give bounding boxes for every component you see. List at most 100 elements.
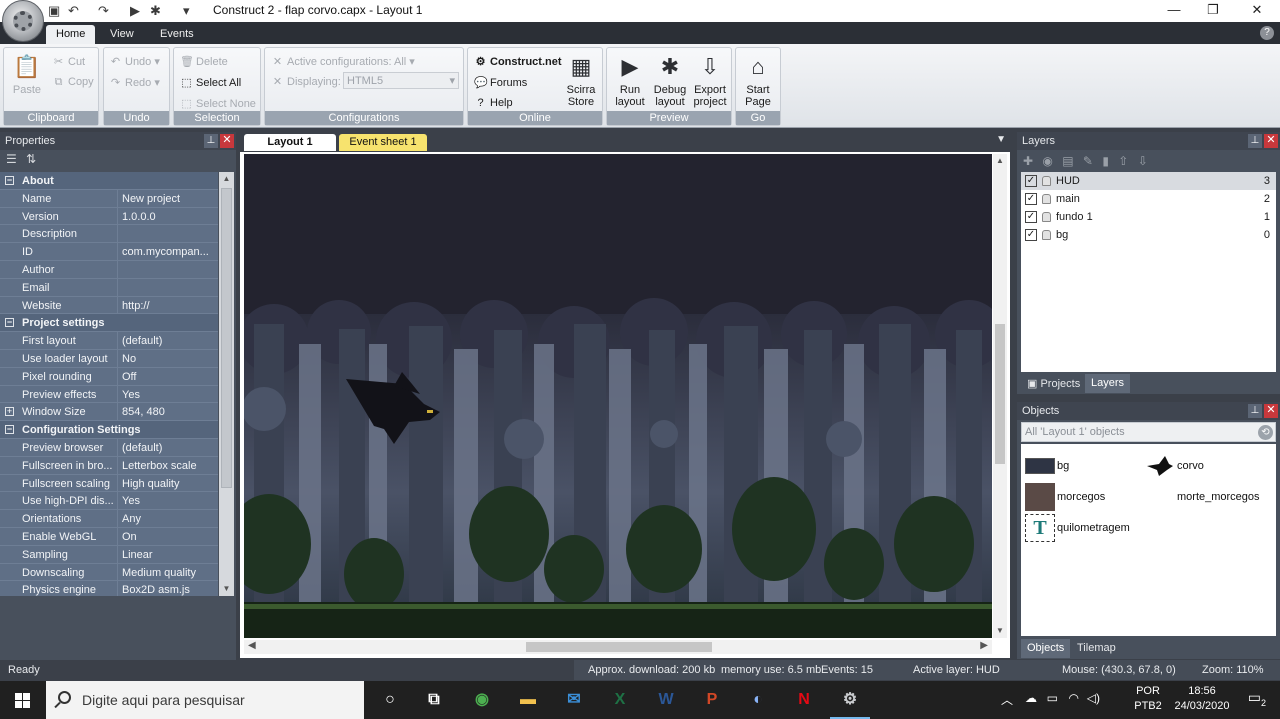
close-icon[interactable]: ✕ (1264, 404, 1278, 418)
copy-button[interactable]: ⧉ Copy (52, 76, 94, 89)
delete-layer-icon[interactable]: ▮ (1102, 154, 1109, 168)
layer-visible-checkbox[interactable]: ✓ (1025, 211, 1037, 223)
forums-link[interactable]: 💬 Forums (474, 76, 527, 89)
word-icon[interactable]: W (652, 686, 680, 714)
property-row[interactable]: Fullscreen in bro... Letterbox scale (0, 456, 218, 475)
property-row[interactable]: Version 1.0.0.0 (0, 207, 218, 226)
property-category[interactable]: − Configuration Settings (0, 421, 218, 439)
property-row[interactable]: Author (0, 260, 218, 279)
move-down-icon[interactable]: ⇩ (1138, 154, 1148, 168)
move-up-icon[interactable]: ⇧ (1118, 154, 1128, 168)
construct-2-taskbar-icon[interactable]: ⚙ (830, 686, 870, 719)
lock-icon[interactable] (1042, 212, 1051, 222)
scroll-down-icon[interactable]: ▼ (993, 624, 1007, 638)
tab-events[interactable]: Events (150, 25, 204, 44)
property-row[interactable]: Fullscreen scaling High quality (0, 474, 218, 493)
pin-icon[interactable]: ⊥ (204, 134, 218, 148)
tab-view[interactable]: View (100, 25, 144, 44)
eye-icon[interactable]: ◉ (1042, 154, 1052, 168)
lock-icon[interactable] (1042, 230, 1051, 240)
tab-layout-1[interactable]: Layout 1 (244, 134, 336, 151)
property-row[interactable]: Description (0, 225, 218, 244)
object-morte-morcegos[interactable]: morte_morcegos (1145, 483, 1275, 511)
properties-scrollbar[interactable]: ▲ ▼ (219, 172, 234, 596)
property-row[interactable]: Use loader layout No (0, 349, 218, 368)
delete-button[interactable]: 🗑 Delete (180, 55, 228, 68)
tab-layers[interactable]: Layers (1085, 374, 1131, 393)
network-icon[interactable]: ▭ (1047, 691, 1058, 705)
property-value[interactable]: com.mycompan... (122, 246, 216, 258)
close-icon[interactable]: ✕ (220, 134, 234, 148)
cut-button[interactable]: ✂ Cut (52, 55, 85, 68)
object-morcegos[interactable]: morcegos (1025, 483, 1135, 511)
paste-button[interactable]: 📋 Paste (8, 52, 46, 96)
property-value[interactable]: 854, 480 (122, 406, 216, 418)
property-value[interactable]: High quality (122, 478, 216, 490)
property-value[interactable]: http:// (122, 300, 216, 312)
construct-net-link[interactable]: ⚙ Construct.net (474, 55, 562, 68)
categorized-icon[interactable]: ☰ (6, 152, 17, 166)
object-quilometragem[interactable]: T quilometragem (1025, 514, 1165, 542)
add-layer-icon[interactable]: ✚ (1023, 154, 1033, 168)
canvas-horizontal-scrollbar[interactable]: ◀ ▶ (244, 640, 992, 654)
property-row[interactable]: Sampling Linear (0, 545, 218, 564)
property-row[interactable]: Downscaling Medium quality (0, 563, 218, 582)
property-row[interactable]: Email (0, 278, 218, 297)
redo-button[interactable]: ↷ Redo ▾ (109, 76, 160, 89)
property-value[interactable]: Yes (122, 495, 216, 507)
undo-button[interactable]: ↶ Undo ▾ (109, 55, 160, 68)
collapse-icon[interactable]: − (5, 176, 14, 185)
property-row[interactable]: + Window Size 854, 480 (0, 403, 218, 422)
scroll-left-icon[interactable]: ◀ (248, 640, 256, 651)
customize-qat-icon[interactable]: ▾ (183, 3, 190, 19)
sort-alpha-icon[interactable]: ⇅ (26, 152, 36, 166)
object-bg[interactable]: bg (1025, 452, 1135, 480)
layer-visible-checkbox[interactable]: ✓ (1025, 229, 1037, 241)
pin-icon[interactable]: ⊥ (1248, 134, 1262, 148)
property-category[interactable]: − About (0, 172, 218, 190)
objects-filter-input[interactable]: All 'Layout 1' objects ⟲ (1021, 422, 1276, 442)
active-configurations-dropdown[interactable]: ✕ Active configurations: All ▾ (271, 55, 415, 68)
task-view-icon[interactable]: ⧉ (420, 686, 448, 714)
help-icon[interactable]: ? (1260, 26, 1274, 40)
expand-icon[interactable]: + (5, 407, 14, 417)
scroll-thumb[interactable] (995, 324, 1005, 464)
tab-objects[interactable]: Objects (1021, 639, 1071, 658)
scroll-up-icon[interactable]: ▲ (219, 172, 234, 186)
layer-row[interactable]: ✓ HUD 3 (1021, 172, 1276, 190)
cortana-icon[interactable]: ○ (376, 686, 404, 714)
property-value[interactable]: No (122, 353, 216, 365)
property-value[interactable]: Linear (122, 549, 216, 561)
file-explorer-icon[interactable]: ▬ (514, 686, 542, 714)
tab-tilemap[interactable]: Tilemap (1071, 639, 1122, 658)
property-value[interactable]: Medium quality (122, 567, 216, 579)
close-icon[interactable]: ✕ (1264, 134, 1278, 148)
redo-icon[interactable]: ↷ (98, 3, 109, 19)
layer-row[interactable]: ✓ main 2 (1021, 190, 1276, 208)
start-page-button[interactable]: ⌂ Start Page (739, 52, 777, 108)
save-icon[interactable]: ▣ (48, 3, 60, 19)
lock-icon[interactable] (1042, 176, 1051, 186)
property-row[interactable]: Preview effects Yes (0, 385, 218, 404)
netflix-icon[interactable]: N (790, 686, 818, 714)
layer-row[interactable]: ✓ fundo 1 1 (1021, 208, 1276, 226)
powerpoint-icon[interactable]: P (698, 686, 726, 714)
layout-canvas[interactable] (244, 154, 992, 638)
scroll-thumb[interactable] (526, 642, 712, 652)
notifications-icon[interactable]: ▭2 (1248, 689, 1266, 708)
select-none-button[interactable]: ⬚ Select None (180, 97, 256, 110)
canvas-vertical-scrollbar[interactable]: ▲ ▼ (993, 154, 1007, 638)
mail-icon[interactable]: ✉ (560, 686, 588, 714)
tab-event-sheet-1[interactable]: Event sheet 1 (339, 134, 427, 151)
export-project-button[interactable]: ⇩ Export project (691, 52, 729, 108)
property-value[interactable]: Off (122, 371, 216, 383)
edit-icon[interactable]: ✎ (1083, 154, 1093, 168)
property-row[interactable]: Pixel rounding Off (0, 367, 218, 386)
wifi-icon[interactable]: ◠ (1069, 691, 1079, 705)
maximize-button[interactable]: ❐ (1203, 2, 1223, 18)
debug-icon[interactable]: ✱ (150, 3, 161, 19)
property-value[interactable]: 1.0.0.0 (122, 211, 216, 223)
property-value[interactable]: (default) (122, 335, 216, 347)
property-value[interactable]: Letterbox scale (122, 460, 216, 472)
show-hidden-icons[interactable]: ︿ (1001, 691, 1013, 708)
